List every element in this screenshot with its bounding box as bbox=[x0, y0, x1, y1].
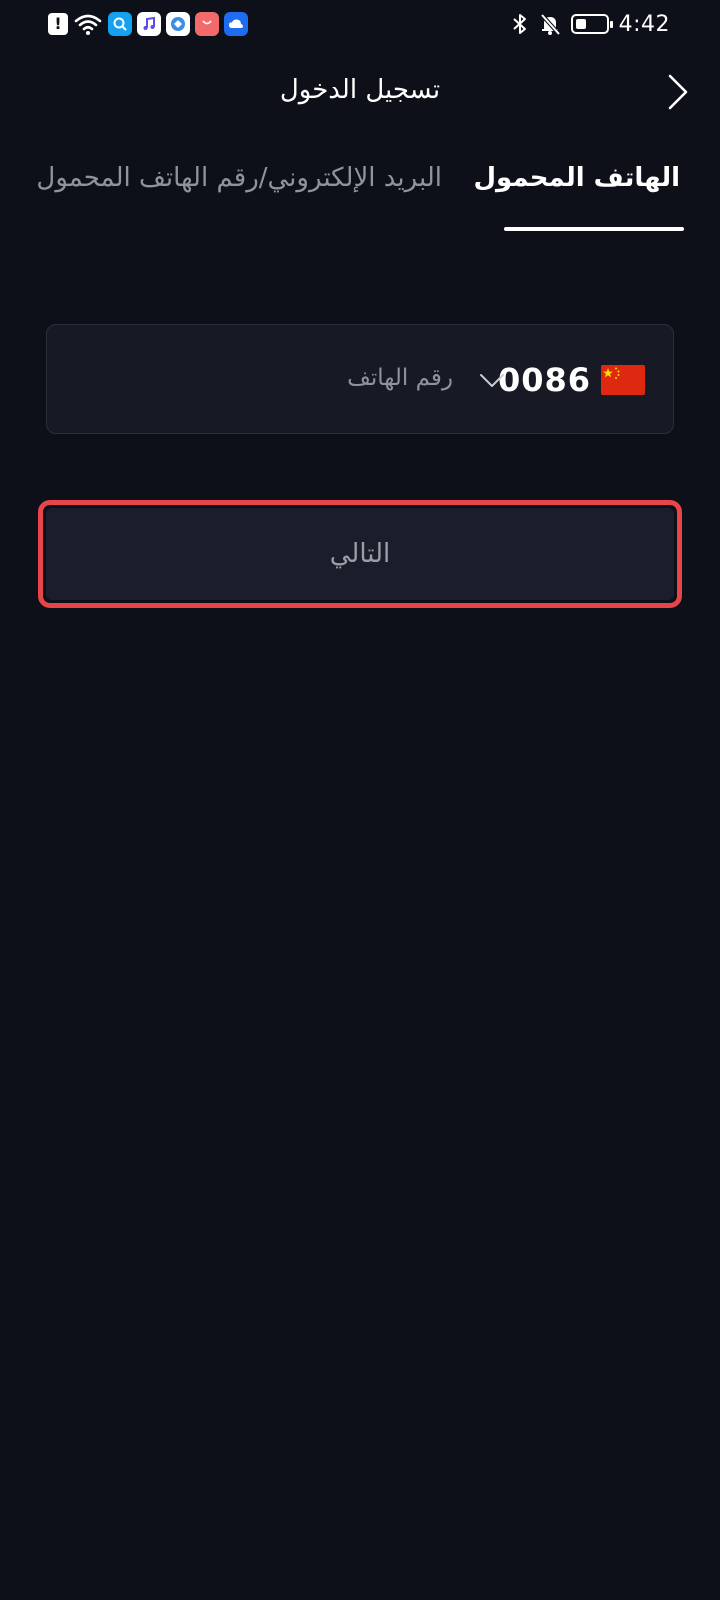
mute-bell-icon bbox=[540, 13, 561, 36]
battery-level bbox=[575, 19, 586, 29]
clock: 4:42 bbox=[618, 11, 670, 37]
status-icons-right: 4:42 bbox=[511, 10, 670, 38]
china-flag-icon[interactable] bbox=[601, 365, 645, 395]
page-title: تسجيل الدخول bbox=[279, 75, 441, 105]
country-code-selector[interactable]: 0086 bbox=[498, 357, 591, 403]
status-bar: ! 4:42 bbox=[0, 0, 720, 48]
tab-mobile-phone[interactable]: الهاتف المحمول bbox=[473, 152, 680, 204]
battery-icon bbox=[570, 14, 613, 34]
phone-field: 0086 bbox=[46, 324, 674, 434]
search-app-icon bbox=[108, 12, 132, 36]
back-button[interactable] bbox=[658, 70, 698, 114]
login-screen: ! 4:42 تسجيل الدخول الهاتف المحمول البري… bbox=[0, 0, 720, 1600]
tab-email-or-phone[interactable]: البريد الإلكتروني/رقم الهاتف المحمول bbox=[36, 152, 442, 204]
next-button[interactable]: التالي bbox=[46, 508, 674, 600]
chevron-right-icon bbox=[668, 74, 688, 110]
browser-app-icon bbox=[166, 12, 190, 36]
status-icons-left: ! bbox=[48, 10, 248, 38]
music-app-icon bbox=[137, 12, 161, 36]
active-tab-indicator bbox=[504, 227, 684, 231]
chevron-down-icon[interactable] bbox=[479, 367, 505, 393]
store-app-icon bbox=[195, 12, 219, 36]
wifi-icon bbox=[74, 14, 102, 35]
bluetooth-icon bbox=[512, 14, 526, 34]
alert-icon: ! bbox=[48, 13, 68, 35]
phone-number-input[interactable] bbox=[93, 355, 453, 401]
weather-app-icon bbox=[224, 12, 248, 36]
